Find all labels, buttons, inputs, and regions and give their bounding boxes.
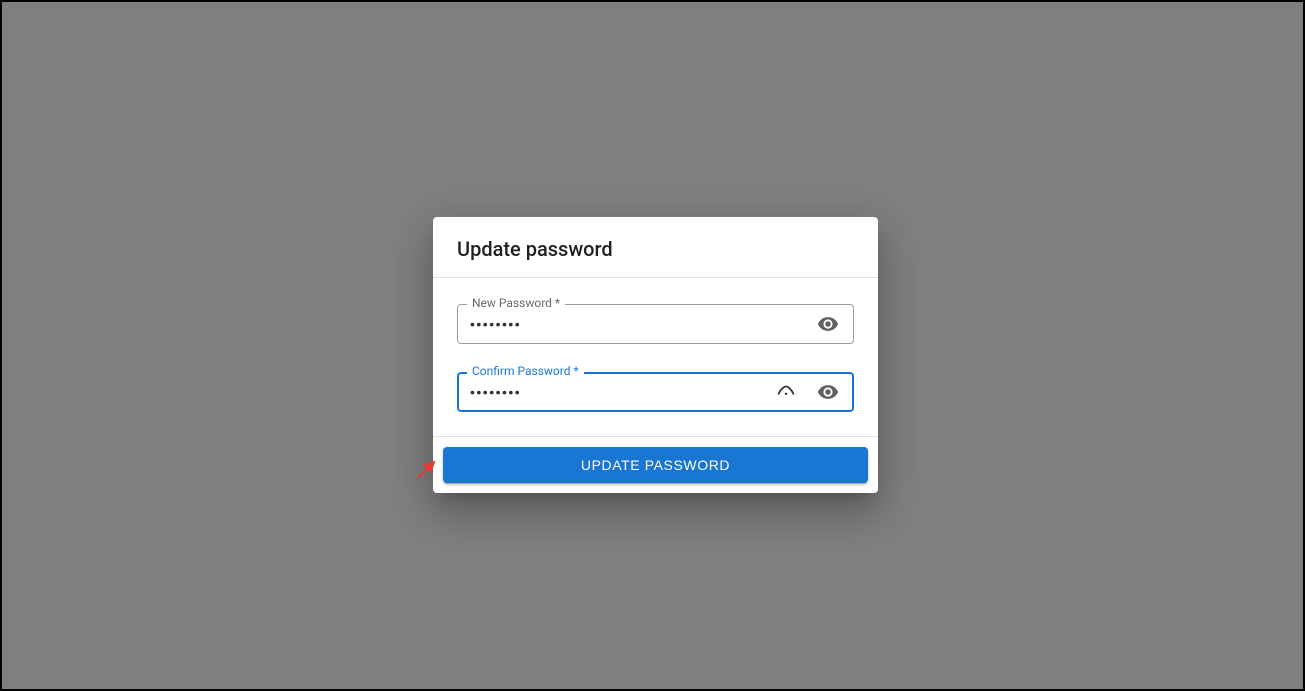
update-password-dialog: Update password New Password * Confirm P… [433,217,878,493]
confirm-password-label: Confirm Password * [467,364,584,378]
update-password-button[interactable]: Update Password [443,447,868,483]
confirm-password-box [457,372,854,412]
new-password-box [457,304,854,344]
new-password-label: New Password * [467,296,565,310]
dialog-header: Update password [433,217,878,278]
new-password-input[interactable] [470,305,803,343]
new-password-field: New Password * [457,304,854,344]
dialog-footer: Update Password [433,437,878,493]
text-cursor-icon [769,375,803,409]
confirm-password-input[interactable] [470,374,761,410]
confirm-password-field: Confirm Password * [457,372,854,412]
toggle-visibility-icon[interactable] [811,307,845,341]
dialog-title: Update password [457,237,854,261]
dialog-body: New Password * Confirm Password * [433,278,878,437]
toggle-visibility-icon[interactable] [811,375,845,409]
